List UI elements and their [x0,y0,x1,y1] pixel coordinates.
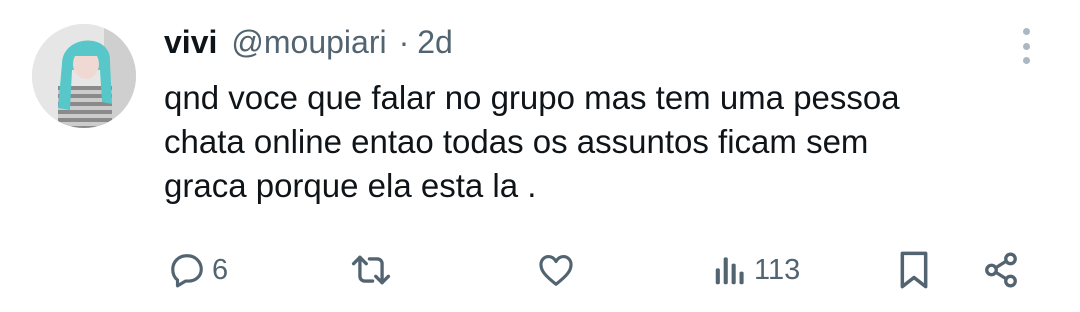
more-vertical-icon [1022,28,1030,35]
share-icon [982,251,1020,289]
reply-count: 6 [212,253,229,286]
display-name[interactable]: vivi [164,22,217,62]
header-separator: · [398,24,410,60]
tweet-header: vivi @moupiari · 2d [164,22,453,62]
bookmark-button[interactable] [896,246,932,294]
tweet-actions: 6 113 [164,246,1034,294]
avatar[interactable] [32,24,136,128]
more-options-button[interactable] [1014,28,1038,64]
tweet: vivi @moupiari · 2d qnd voce que falar n… [0,0,1080,312]
views-icon [712,251,748,289]
tweet-timestamp[interactable]: 2d [417,22,453,62]
views-button[interactable]: 113 [712,246,800,294]
heart-icon [536,251,576,289]
tweet-text: qnd voce que falar no grupo mas tem uma … [164,79,900,204]
user-handle[interactable]: @moupiari [231,22,386,62]
retweet-icon [350,251,392,289]
reply-icon [168,251,206,289]
reply-button[interactable]: 6 [168,246,228,294]
like-button[interactable] [536,246,582,294]
share-button[interactable] [982,246,1020,294]
bookmark-icon [896,250,932,290]
views-count: 113 [754,253,801,286]
retweet-button[interactable] [350,246,398,294]
